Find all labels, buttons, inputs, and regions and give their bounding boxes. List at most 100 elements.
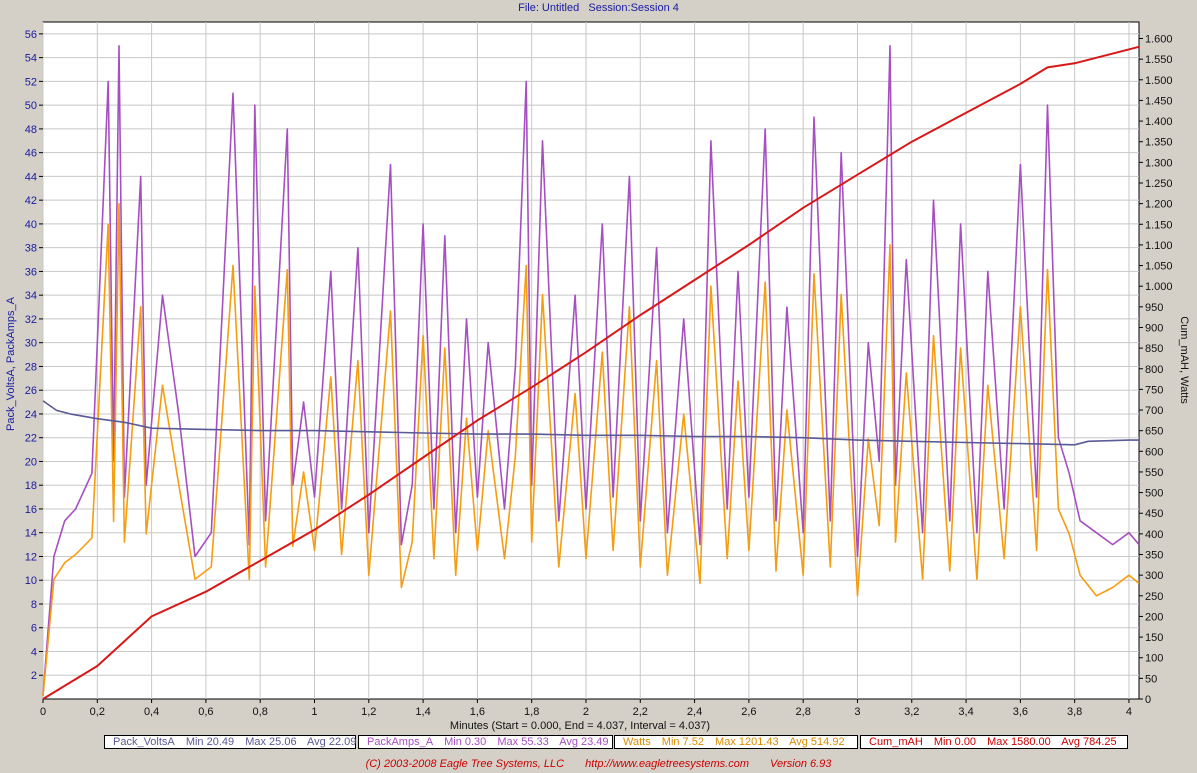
chart-svg: 2468101214161820222426283032343638404244…	[25, 21, 1173, 718]
legend-min: Min 0.00	[933, 736, 977, 748]
right-tick-label: 350	[1145, 550, 1163, 562]
x-tick-label: 3	[854, 706, 860, 718]
x-tick-label: 2,4	[687, 706, 702, 718]
left-tick-label: 56	[25, 29, 37, 41]
right-tick-label: 750	[1145, 384, 1163, 396]
right-tick-label: 700	[1145, 405, 1163, 417]
right-tick-label: 1.250	[1145, 178, 1173, 190]
left-tick-label: 18	[25, 480, 37, 492]
left-tick-label: 54	[25, 53, 37, 65]
right-tick-label: 1.050	[1145, 261, 1173, 273]
right-tick-label: 1.350	[1145, 137, 1173, 149]
right-tick-label: 1.100	[1145, 240, 1173, 252]
legend-min: Min 20.49	[185, 736, 235, 748]
x-tick-label: 3,8	[1067, 706, 1082, 718]
legend-pack-volts: Pack_VoltsA Min 20.49 Max 25.06 Avg 22.0…	[104, 735, 356, 749]
left-tick-label: 42	[25, 195, 37, 207]
legend-min: Min 7.52	[661, 736, 704, 748]
legend-pack-amps: PackAmps_A Min 0.30 Max 55.33 Avg 23.49	[358, 735, 613, 749]
legend-watts: Watts Min 7.52 Max 1201.43 Avg 514.92	[614, 735, 858, 749]
x-tick-label: 0,4	[144, 706, 159, 718]
right-tick-label: 250	[1145, 591, 1163, 603]
session-label: Session:Session 4	[588, 2, 679, 14]
left-tick-label: 34	[25, 290, 37, 302]
right-tick-label: 1.000	[1145, 281, 1173, 293]
left-tick-label: 16	[25, 504, 37, 516]
right-tick-label: 300	[1145, 570, 1163, 582]
left-tick-label: 26	[25, 385, 37, 397]
x-tick-label: 0,6	[198, 706, 213, 718]
right-axis: 0 50 100 150 200 250 300 350 400 450 500 550 600 650 7…	[1139, 34, 1173, 706]
right-tick-label: 400	[1145, 529, 1163, 541]
x-tick-label: 3,6	[1013, 706, 1028, 718]
legend-avg: Avg 514.92	[789, 736, 845, 748]
right-tick-label: 850	[1145, 343, 1163, 355]
left-tick-label: 20	[25, 456, 37, 468]
x-tick-label: 1,6	[470, 706, 485, 718]
x-tick-label: 4	[1126, 706, 1132, 718]
left-tick-label: 8	[31, 599, 37, 611]
legend-name: PackAmps_A	[367, 736, 434, 748]
copyright-text: (C) 2003-2008 Eagle Tree Systems, LLC	[365, 758, 565, 770]
x-tick-label: 2,2	[633, 706, 648, 718]
x-tick-label: 1,4	[415, 706, 430, 718]
x-tick-label: 2,8	[796, 706, 811, 718]
left-tick-label: 22	[25, 433, 37, 445]
version-text: Version 6.93	[770, 758, 832, 770]
left-tick-label: 6	[31, 623, 37, 635]
right-tick-label: 200	[1145, 611, 1163, 623]
website-link[interactable]: http://www.eagletreesystems.com	[585, 758, 749, 770]
x-axis: 0 0,2 0,4 0,6 0,8 1 1,2 1,4 1,6 1,8 2 2,2 2,4 2,6 2,8 3…	[40, 699, 1132, 718]
right-tick-label: 1.300	[1145, 157, 1173, 169]
left-tick-label: 24	[25, 409, 37, 421]
left-tick-label: 52	[25, 76, 37, 88]
x-tick-label: 2,6	[741, 706, 756, 718]
left-axis: 2468101214161820222426283032343638404244…	[25, 29, 43, 682]
right-tick-label: 550	[1145, 467, 1163, 479]
right-tick-label: 1.600	[1145, 34, 1173, 46]
legend-min: Min 0.30	[444, 736, 487, 748]
right-tick-label: 450	[1145, 508, 1163, 520]
left-tick-label: 12	[25, 551, 37, 563]
right-tick-label: 1.450	[1145, 95, 1173, 107]
file-label: File: Untitled	[518, 2, 580, 14]
right-tick-label: 150	[1145, 632, 1163, 644]
legend-name: Cum_mAH	[869, 736, 923, 748]
left-tick-label: 50	[25, 100, 37, 112]
left-tick-label: 36	[25, 266, 37, 278]
left-tick-label: 28	[25, 361, 37, 373]
left-tick-label: 10	[25, 575, 37, 587]
x-tick-label: 0	[40, 706, 46, 718]
legend-avg: Avg 784.25	[1061, 736, 1117, 748]
chart-title: File: Untitled Session:Session 4	[0, 2, 1197, 14]
legend-cum-mah: Cum_mAH Min 0.00 Max 1580.00 Avg 784.25	[860, 735, 1128, 749]
right-tick-label: 500	[1145, 488, 1163, 500]
right-tick-label: 1.200	[1145, 199, 1173, 211]
legend-max: Max 25.06	[245, 736, 297, 748]
x-tick-label: 3,4	[958, 706, 973, 718]
right-tick-label: 950	[1145, 302, 1163, 314]
legend-name: Pack_VoltsA	[113, 736, 175, 748]
right-tick-label: 1.400	[1145, 116, 1173, 128]
y-axis-left-label: Pack_VoltsA, PackAmps_A	[5, 297, 17, 431]
right-tick-label: 1.150	[1145, 219, 1173, 231]
x-tick-label: 1	[311, 706, 317, 718]
legend-max: Max 1201.43	[715, 736, 779, 748]
right-tick-label: 650	[1145, 426, 1163, 438]
left-tick-label: 32	[25, 314, 37, 326]
left-tick-label: 48	[25, 124, 37, 136]
legend-avg: Avg 23.49	[559, 736, 609, 748]
right-tick-label: 1.550	[1145, 54, 1173, 66]
x-tick-label: 3,2	[904, 706, 919, 718]
x-tick-label: 0,8	[253, 706, 268, 718]
left-tick-label: 4	[31, 646, 37, 658]
plot-area	[42, 21, 1140, 700]
legend-max: Max 1580.00	[987, 736, 1051, 748]
left-tick-label: 46	[25, 148, 37, 160]
right-tick-label: 1.500	[1145, 75, 1173, 87]
left-tick-label: 44	[25, 171, 37, 183]
x-axis-label: Minutes (Start = 0.000, End = 4.037, Int…	[449, 720, 711, 732]
right-tick-label: 900	[1145, 322, 1163, 334]
right-tick-label: 600	[1145, 446, 1163, 458]
legend-avg: Avg 22.09	[307, 736, 357, 748]
